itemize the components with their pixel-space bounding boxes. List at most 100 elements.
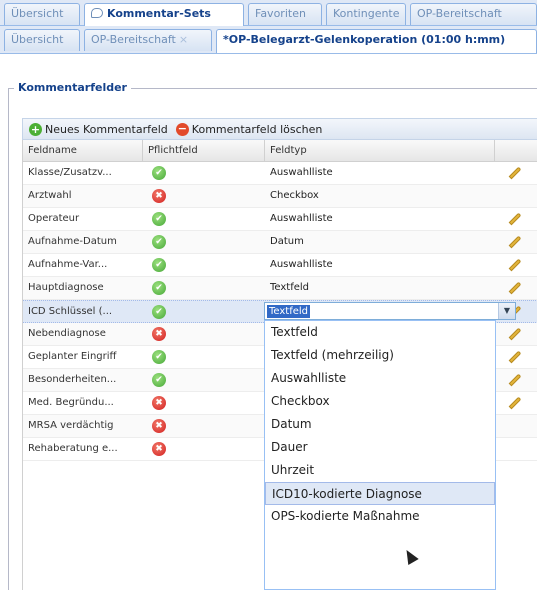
tab-label: OP-Bereitschaft [417, 7, 502, 20]
pencil-icon[interactable] [508, 396, 522, 410]
column-header-pflichtfeld[interactable]: Pflichtfeld [143, 140, 265, 162]
close-icon[interactable]: × [179, 33, 188, 46]
cell-pflichtfeld[interactable]: ✖ [143, 392, 265, 414]
cell-pflichtfeld[interactable]: ✔ [143, 254, 265, 276]
tab-kommentar-sets[interactable]: Kommentar-Sets [84, 3, 244, 27]
pencil-icon[interactable] [508, 373, 522, 387]
tab-label: Kommentar-Sets [107, 7, 211, 20]
dropdown-option[interactable]: Uhrzeit [265, 459, 495, 482]
pencil-icon[interactable] [508, 350, 522, 364]
cell-feldtyp[interactable]: Auswahlliste [265, 208, 495, 230]
check-icon: ✔ [152, 166, 166, 180]
table-row[interactable]: Klasse/Zusatzv... ✔ Auswahlliste [23, 162, 537, 185]
dropdown-option[interactable]: Dauer [265, 436, 495, 459]
cell-feldname[interactable]: Geplanter Eingriff [23, 346, 143, 368]
cell-feldname[interactable]: Nebendiagnose [23, 323, 143, 345]
cell-feldname[interactable]: Hauptdiagnose [23, 277, 143, 299]
pencil-icon[interactable] [508, 327, 522, 341]
pencil-icon[interactable] [508, 212, 522, 226]
subtab-op-bereitschaft[interactable]: OP-Bereitschaft × [84, 29, 212, 51]
dropdown-option[interactable]: Checkbox [265, 390, 495, 413]
cross-icon: ✖ [152, 327, 166, 341]
cell-pflichtfeld[interactable]: ✔ [143, 208, 265, 230]
column-header-actions [495, 140, 537, 162]
cell-actions [495, 415, 537, 437]
check-icon: ✔ [152, 235, 166, 249]
cell-pflichtfeld[interactable]: ✖ [143, 323, 265, 345]
table-row[interactable]: Aufnahme-Var... ✔ Auswahlliste [23, 254, 537, 277]
dropdown-option[interactable]: Textfeld [265, 321, 495, 344]
cell-feldtyp[interactable]: Auswahlliste [265, 254, 495, 276]
table-row[interactable]: Operateur ✔ Auswahlliste [23, 208, 537, 231]
pencil-icon[interactable] [508, 258, 522, 272]
button-label: Neues Kommentarfeld [45, 122, 168, 136]
tab-uebersicht[interactable]: Übersicht [4, 3, 80, 25]
cell-feldname[interactable]: ICD Schlüssel (... [23, 301, 143, 323]
combobox-value[interactable]: Textfeld [267, 305, 311, 318]
cell-pflichtfeld[interactable]: ✖ [143, 415, 265, 437]
pencil-icon[interactable] [508, 166, 522, 180]
cell-feldname[interactable]: Operateur [23, 208, 143, 230]
column-header-feldname[interactable]: Feldname [23, 140, 143, 162]
tab-favoriten[interactable]: Favoriten [248, 3, 322, 25]
cell-feldtyp[interactable]: Textfeld [265, 277, 495, 299]
chevron-down-icon[interactable]: ▼ [498, 303, 515, 319]
cell-actions [495, 254, 537, 276]
cross-icon: ✖ [152, 442, 166, 456]
tab-label: Kontingente [333, 7, 400, 20]
cell-pflichtfeld[interactable]: ✖ [143, 438, 265, 460]
cell-actions [495, 231, 537, 253]
dropdown-option[interactable]: ICD10-kodierte Diagnose [265, 482, 495, 505]
add-comment-field-button[interactable]: + Neues Kommentarfeld [29, 122, 168, 136]
cell-pflichtfeld[interactable]: ✔ [143, 162, 265, 184]
dropdown-option[interactable]: Auswahlliste [265, 367, 495, 390]
table-row[interactable]: Hauptdiagnose ✔ Textfeld [23, 277, 537, 300]
cell-feldname[interactable]: Klasse/Zusatzv... [23, 162, 143, 184]
feldtyp-combobox[interactable]: Textfeld ▼ [264, 302, 516, 320]
table-row[interactable]: Aufnahme-Datum ✔ Datum [23, 231, 537, 254]
check-icon: ✔ [152, 373, 166, 387]
pencil-icon[interactable] [508, 235, 522, 249]
dropdown-option[interactable]: Datum [265, 413, 495, 436]
tab-label: Übersicht [11, 33, 64, 46]
cell-actions [495, 185, 537, 207]
tab-label: *OP-Belegarzt-Gelenkoperation (01:00 h:m… [223, 33, 506, 46]
cell-pflichtfeld[interactable]: ✔ [143, 231, 265, 253]
table-row[interactable]: Arztwahl ✖ Checkbox [23, 185, 537, 208]
cell-feldname[interactable]: Med. Begründu... [23, 392, 143, 414]
cell-pflichtfeld[interactable]: ✔ [143, 369, 265, 391]
cell-feldname[interactable]: Aufnahme-Var... [23, 254, 143, 276]
fieldset-legend: Kommentarfelder [14, 80, 131, 96]
cell-feldname[interactable]: Aufnahme-Datum [23, 231, 143, 253]
cell-actions [495, 208, 537, 230]
cell-feldtyp[interactable]: Auswahlliste [265, 162, 495, 184]
cell-actions [495, 323, 537, 345]
cell-feldname[interactable]: Rehaberatung e... [23, 438, 143, 460]
column-header-feldtyp[interactable]: Feldtyp [265, 140, 495, 162]
cell-feldtyp[interactable]: Datum [265, 231, 495, 253]
dropdown-option[interactable]: OPS-kodierte Maßnahme [265, 505, 495, 528]
cell-feldname[interactable]: MRSA verdächtig [23, 415, 143, 437]
cell-pflichtfeld[interactable]: ✔ [143, 301, 265, 323]
cell-actions [495, 369, 537, 391]
cell-feldtyp[interactable]: Checkbox [265, 185, 495, 207]
cell-pflichtfeld[interactable]: ✔ [143, 277, 265, 299]
grid-toolbar: + Neues Kommentarfeld − Kommentarfeld lö… [22, 118, 537, 140]
cell-actions [495, 392, 537, 414]
sub-tab-strip: Übersicht OP-Bereitschaft × *OP-Belegarzt… [0, 26, 537, 54]
cell-feldname[interactable]: Besonderheiten... [23, 369, 143, 391]
tab-label: Favoriten [255, 7, 306, 20]
grid-header: Feldname Pflichtfeld Feldtyp [23, 140, 537, 162]
tab-kontingente[interactable]: Kontingente [326, 3, 406, 25]
cell-actions [495, 346, 537, 368]
subtab-op-belegarzt[interactable]: *OP-Belegarzt-Gelenkoperation (01:00 h:m… [216, 29, 537, 53]
check-icon: ✔ [152, 281, 166, 295]
subtab-uebersicht[interactable]: Übersicht [4, 29, 80, 51]
cell-pflichtfeld[interactable]: ✔ [143, 346, 265, 368]
pencil-icon[interactable] [508, 281, 522, 295]
cell-feldname[interactable]: Arztwahl [23, 185, 143, 207]
cell-pflichtfeld[interactable]: ✖ [143, 185, 265, 207]
delete-comment-field-button[interactable]: − Kommentarfeld löschen [175, 122, 322, 136]
dropdown-option[interactable]: Textfeld (mehrzeilig) [265, 344, 495, 367]
tab-op-bereitschaft[interactable]: OP-Bereitschaft [410, 3, 537, 25]
